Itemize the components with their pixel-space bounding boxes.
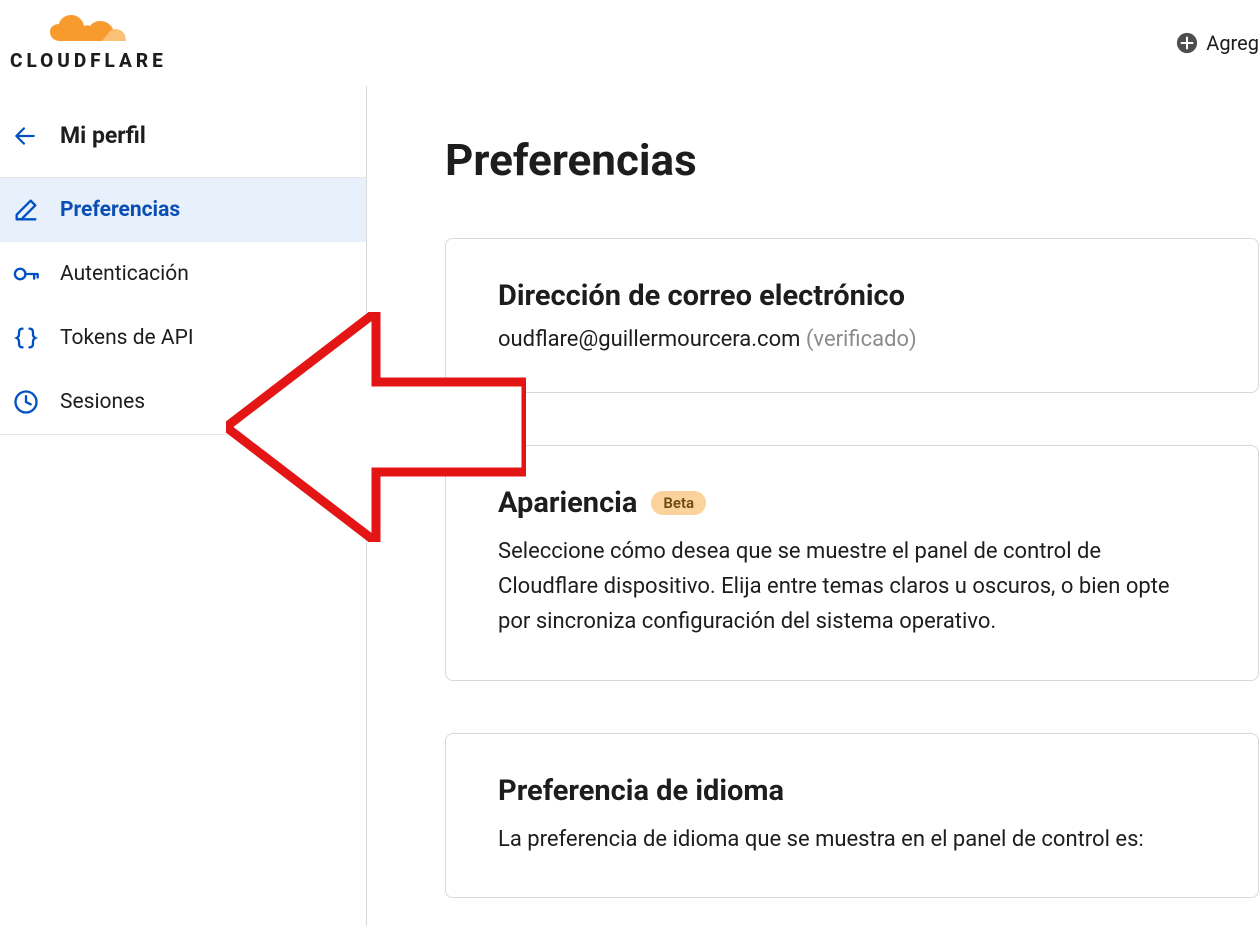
sidebar-item-sessions[interactable]: Sesiones — [0, 370, 366, 434]
language-description: La preferencia de idioma que se muestra … — [498, 822, 1206, 857]
email-value: oudflare@guillermourcera.com — [498, 327, 800, 352]
appearance-description: Seleccione cómo desea que se muestre el … — [498, 534, 1206, 640]
sidebar-item-label: Preferencias — [60, 198, 180, 222]
brand-text: CLOUDFLARE — [10, 49, 167, 72]
back-button[interactable]: Mi perfil — [0, 94, 366, 177]
appearance-card-title: Apariencia Beta — [498, 486, 1206, 520]
email-card-title: Dirección de correo electrónico — [498, 279, 1206, 313]
language-card: Preferencia de idioma La preferencia de … — [445, 733, 1259, 898]
brand-logo[interactable]: CLOUDFLARE — [10, 15, 167, 72]
language-card-title: Preferencia de idioma — [498, 774, 1206, 808]
email-value-row: oudflare@guillermourcera.com (verificado… — [498, 327, 1206, 352]
layout: Mi perfil Preferencias Autenticación — [0, 86, 1259, 926]
sidebar: Mi perfil Preferencias Autenticación — [0, 86, 367, 926]
braces-icon — [12, 324, 40, 352]
pencil-icon — [12, 196, 40, 224]
back-label: Mi perfil — [60, 122, 146, 149]
page-title: Preferencias — [445, 134, 1259, 186]
email-card: Dirección de correo electrónico oudflare… — [445, 238, 1259, 393]
sidebar-item-label: Sesiones — [60, 390, 145, 414]
sidebar-item-label: Autenticación — [60, 262, 189, 286]
appearance-card: Apariencia Beta Seleccione cómo desea qu… — [445, 445, 1259, 681]
appearance-title-text: Apariencia — [498, 486, 637, 520]
arrow-left-icon — [12, 123, 38, 149]
key-icon — [12, 260, 40, 288]
sidebar-nav: Preferencias Autenticación Tokens de API — [0, 177, 366, 435]
add-action[interactable]: Agreg — [1176, 31, 1259, 55]
clock-icon — [12, 388, 40, 416]
email-verified-label: (verificado) — [806, 327, 917, 352]
beta-badge: Beta — [651, 491, 706, 515]
add-action-label: Agreg — [1206, 31, 1259, 55]
sidebar-item-preferences[interactable]: Preferencias — [0, 178, 366, 242]
sidebar-item-authentication[interactable]: Autenticación — [0, 242, 366, 306]
main-content: Preferencias Dirección de correo electró… — [367, 86, 1259, 926]
header: CLOUDFLARE Agreg — [0, 0, 1259, 86]
plus-circle-icon — [1176, 32, 1198, 54]
sidebar-item-label: Tokens de API — [60, 326, 194, 350]
cloud-icon — [50, 15, 126, 45]
sidebar-item-api-tokens[interactable]: Tokens de API — [0, 306, 366, 370]
